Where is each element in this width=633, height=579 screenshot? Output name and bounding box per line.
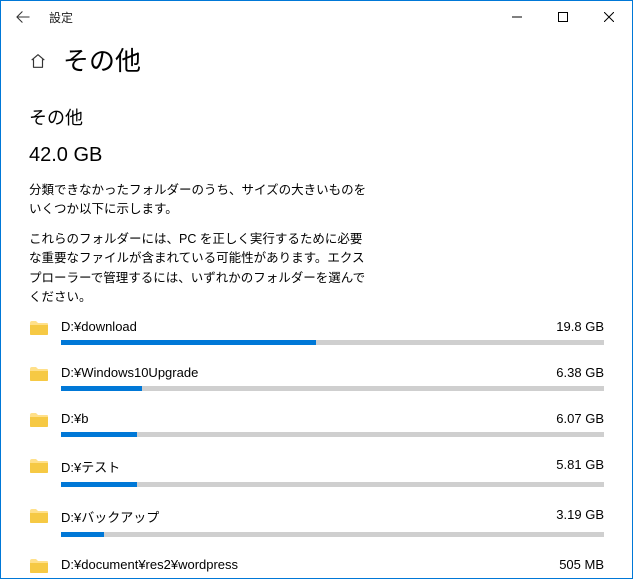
folder-path: D:¥b — [61, 411, 88, 426]
page-header: その他 — [29, 41, 604, 78]
folder-item[interactable]: D:¥document¥res2¥wordpress 505 MB — [29, 557, 604, 578]
folder-list: D:¥download 19.8 GB D:¥Windows10Upgrade 6.… — [29, 319, 604, 578]
arrow-left-icon — [16, 10, 30, 24]
folder-path: D:¥Windows10Upgrade — [61, 365, 198, 380]
titlebar: 設定 — [1, 1, 632, 33]
usage-bar — [61, 482, 604, 487]
usage-bar — [61, 340, 604, 345]
folder-path: D:¥テスト — [61, 457, 120, 476]
folder-icon — [29, 508, 49, 526]
folder-item[interactable]: D:¥download 19.8 GB — [29, 319, 604, 345]
folder-size: 19.8 GB — [556, 319, 604, 334]
folder-icon — [29, 458, 49, 476]
close-button[interactable] — [586, 1, 632, 33]
folder-size: 505 MB — [559, 557, 604, 572]
folder-body: D:¥Windows10Upgrade 6.38 GB — [61, 365, 604, 391]
folder-body: D:¥テスト 5.81 GB — [61, 457, 604, 487]
folder-body: D:¥b 6.07 GB — [61, 411, 604, 437]
maximize-button[interactable] — [540, 1, 586, 33]
content-area: その他 その他 42.0 GB 分類できなかったフォルダーのうち、サイズの大きい… — [1, 33, 632, 578]
folder-icon — [29, 320, 49, 338]
total-size: 42.0 GB — [29, 144, 604, 167]
settings-window: 設定 その他 その他 42.0 GB — [0, 0, 633, 579]
usage-bar — [61, 432, 604, 437]
folder-item[interactable]: D:¥テスト 5.81 GB — [29, 457, 604, 487]
usage-bar-fill — [61, 482, 137, 487]
minimize-button[interactable] — [494, 1, 540, 33]
back-button[interactable] — [1, 1, 45, 33]
folder-body: D:¥download 19.8 GB — [61, 319, 604, 345]
folder-size: 6.38 GB — [556, 365, 604, 380]
page-title: その他 — [63, 41, 141, 78]
home-icon[interactable] — [29, 50, 49, 70]
folder-icon — [29, 366, 49, 384]
usage-bar-fill — [61, 340, 316, 345]
folder-icon — [29, 412, 49, 430]
usage-bar-fill — [61, 432, 137, 437]
minimize-icon — [512, 12, 522, 22]
folder-item[interactable]: D:¥バックアップ 3.19 GB — [29, 507, 604, 537]
description-1: 分類できなかったフォルダーのうち、サイズの大きいものをいくつか以下に示します。 — [29, 181, 369, 220]
usage-bar-fill — [61, 386, 142, 391]
folder-icon — [29, 558, 49, 576]
close-icon — [604, 12, 614, 22]
description-2: これらのフォルダーには、PC を正しく実行するために必要な重要なファイルが含まれ… — [29, 230, 369, 308]
folder-item[interactable]: D:¥Windows10Upgrade 6.38 GB — [29, 365, 604, 391]
folder-path: D:¥document¥res2¥wordpress — [61, 557, 238, 572]
folder-size: 6.07 GB — [556, 411, 604, 426]
usage-bar — [61, 386, 604, 391]
folder-item[interactable]: D:¥b 6.07 GB — [29, 411, 604, 437]
window-title: 設定 — [45, 9, 73, 26]
usage-bar — [61, 532, 604, 537]
folder-path: D:¥download — [61, 319, 137, 334]
folder-body: D:¥document¥res2¥wordpress 505 MB — [61, 557, 604, 578]
folder-size: 5.81 GB — [556, 457, 604, 476]
usage-bar-fill — [61, 532, 104, 537]
maximize-icon — [558, 12, 568, 22]
folder-path: D:¥バックアップ — [61, 507, 159, 526]
folder-size: 3.19 GB — [556, 507, 604, 526]
section-title: その他 — [29, 104, 604, 130]
folder-body: D:¥バックアップ 3.19 GB — [61, 507, 604, 537]
